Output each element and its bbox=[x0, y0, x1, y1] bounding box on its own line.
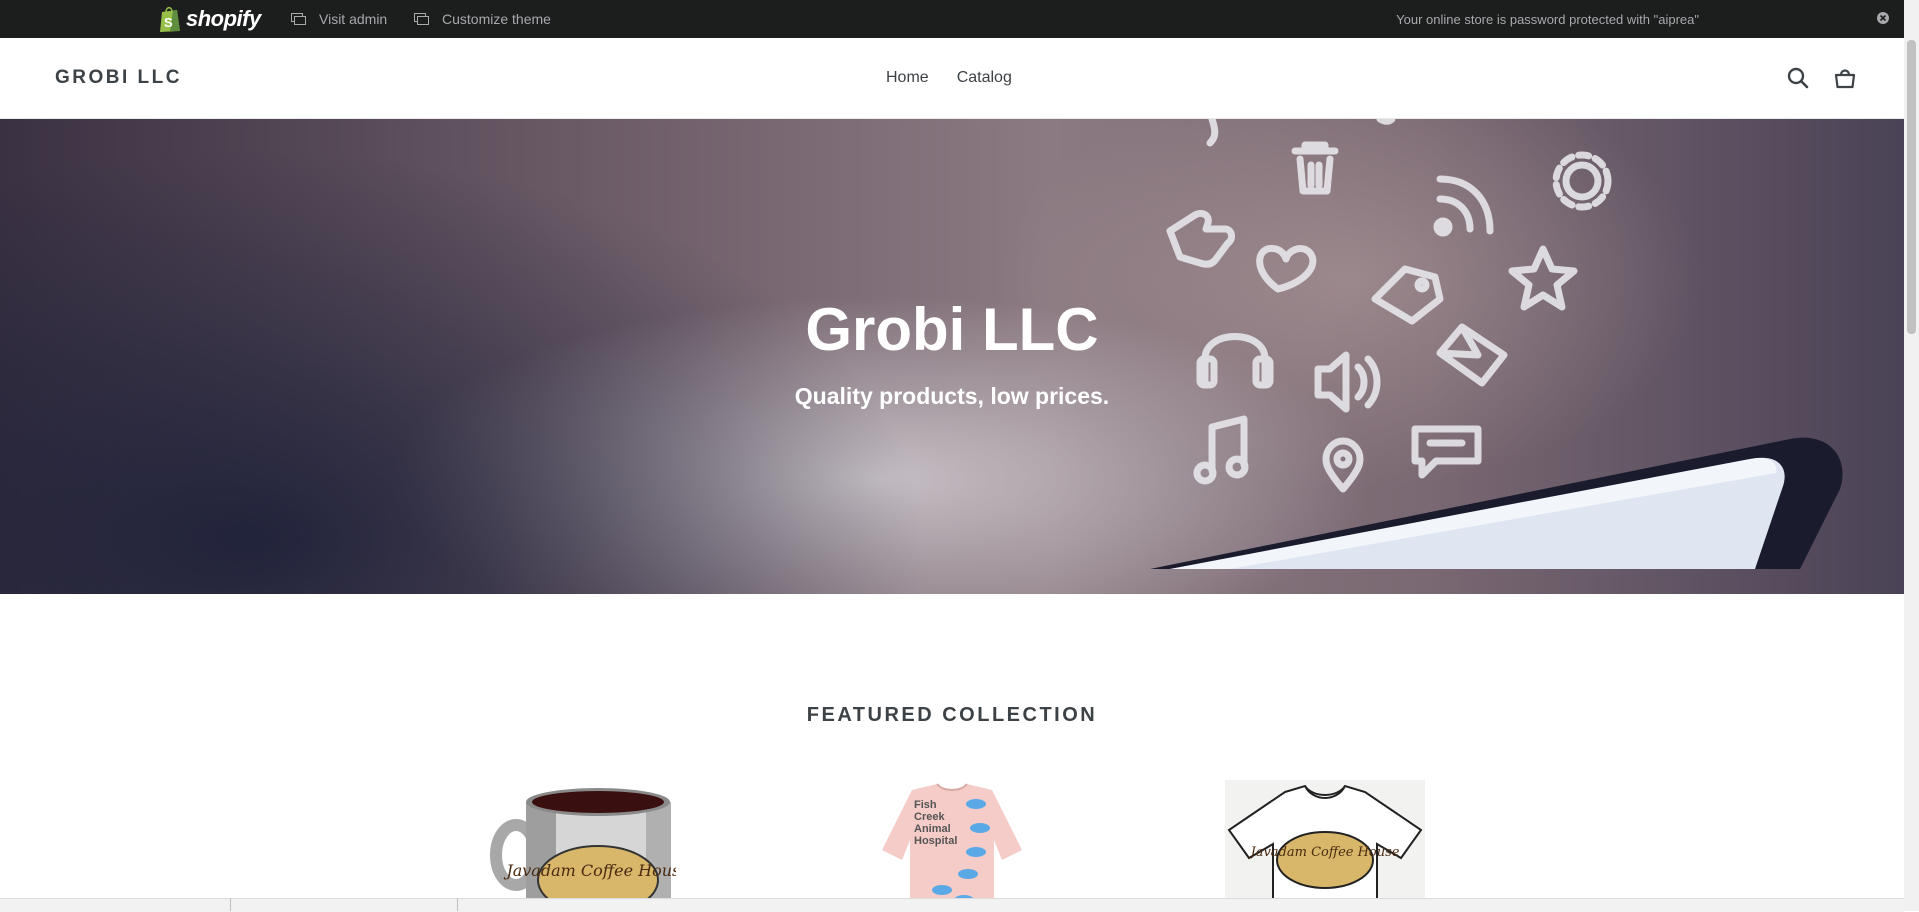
cart-icon[interactable] bbox=[1833, 66, 1857, 90]
nav-catalog[interactable]: Catalog bbox=[957, 69, 1012, 87]
hero-title: Grobi LLC bbox=[805, 296, 1099, 363]
shopify-logo[interactable]: S shopify bbox=[158, 4, 261, 34]
nav-home[interactable]: Home bbox=[886, 69, 929, 87]
close-icon[interactable] bbox=[1876, 11, 1890, 25]
visit-admin-label: Visit admin bbox=[319, 11, 388, 27]
scrollbar-thumb[interactable] bbox=[1907, 40, 1916, 334]
shopify-bag-icon: S bbox=[160, 6, 180, 32]
shopify-admin-bar: S shopify Visit admin Customize theme Yo… bbox=[0, 0, 1904, 38]
customize-theme-link[interactable]: Customize theme bbox=[414, 0, 551, 38]
hero-banner: Grobi LLC Quality products, low prices. bbox=[0, 119, 1904, 594]
password-notice: Your online store is password protected … bbox=[1396, 11, 1699, 27]
sweatshirt-text-line-3: Animal bbox=[914, 823, 951, 835]
svg-text:S: S bbox=[164, 15, 173, 30]
bottom-bar-divider bbox=[457, 898, 458, 911]
store-logo[interactable]: GROBI LLC bbox=[55, 38, 182, 118]
main-nav: Home Catalog bbox=[886, 38, 1012, 118]
product-card-tshirt[interactable]: Javadam Coffee House bbox=[1225, 780, 1425, 898]
site-header: GROBI LLC Home Catalog bbox=[0, 38, 1904, 119]
visit-admin-link[interactable]: Visit admin bbox=[291, 0, 387, 38]
bottom-bar bbox=[0, 898, 1904, 912]
bottom-bar-divider bbox=[230, 898, 231, 911]
window-icon bbox=[291, 13, 306, 25]
featured-collection-title: FEATURED COLLECTION bbox=[806, 704, 1098, 726]
search-icon[interactable] bbox=[1786, 66, 1810, 90]
sweatshirt-text-line-2: Creek bbox=[914, 811, 945, 823]
sweatshirt-image: Fish Creek Animal Hospital bbox=[882, 783, 1022, 898]
mug-print-text: Javadam Coffee House bbox=[503, 861, 676, 880]
sweatshirt-text-line-1: Fish bbox=[914, 799, 937, 811]
product-card-sweatshirt[interactable]: Fish Creek Animal Hospital bbox=[872, 780, 1032, 898]
tshirt-image: Javadam Coffee House bbox=[1225, 780, 1425, 898]
customize-theme-label: Customize theme bbox=[442, 11, 551, 27]
shopify-wordmark: shopify bbox=[186, 6, 261, 31]
sweatshirt-text-line-4: Hospital bbox=[914, 835, 957, 847]
hero-subtitle: Quality products, low prices. bbox=[794, 383, 1110, 409]
window-icon bbox=[414, 13, 429, 25]
product-card-mug[interactable]: Javadam Coffee House bbox=[486, 780, 676, 898]
mug-image: Javadam Coffee House bbox=[490, 788, 676, 898]
tshirt-print-text: Javadam Coffee House bbox=[1248, 845, 1400, 860]
